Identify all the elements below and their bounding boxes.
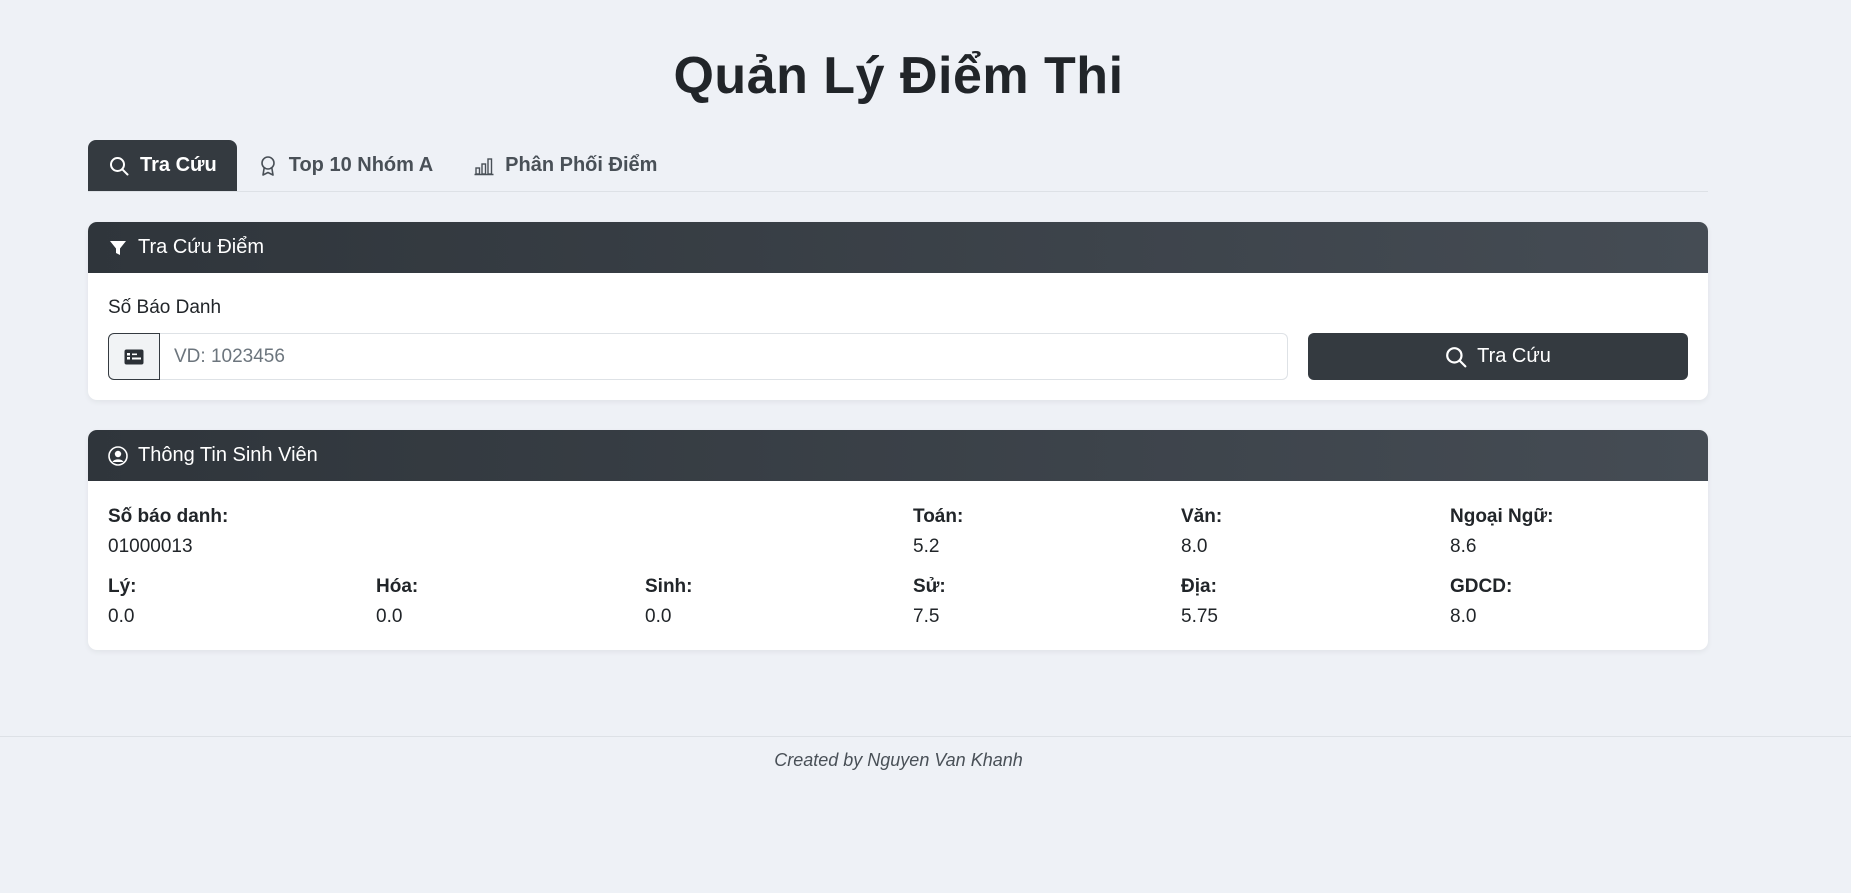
student-info-title: Thông Tin Sinh Viên (138, 444, 318, 466)
info-label: Lý: (108, 576, 137, 597)
info-hoa: Hóa: 0.0 (376, 572, 418, 632)
info-sbd: Số báo danh: 01000013 (108, 502, 228, 562)
info-su: Sử: 7.5 (913, 572, 946, 632)
info-value: 8.6 (1450, 536, 1477, 557)
student-info-header: Thông Tin Sinh Viên (88, 430, 1708, 481)
tab-label: Tra Cứu (140, 154, 217, 176)
tab-tra-cuu[interactable]: Tra Cứu (88, 140, 237, 191)
info-label: Toán: (913, 506, 964, 527)
info-toan: Toán: 5.2 (913, 502, 963, 562)
tab-phan-phoi-diem[interactable]: Phân Phối Điểm (453, 140, 677, 191)
info-value: 8.0 (1181, 536, 1208, 557)
info-label: Sử: (913, 576, 946, 597)
page-title: Quản Lý Điểm Thi (673, 47, 1124, 105)
tab-bar: Tra Cứu Top 10 Nhóm A Phân Phối Điểm (88, 140, 1708, 192)
search-icon (108, 155, 130, 177)
info-ly: Lý: 0.0 (108, 572, 137, 632)
sbd-input-group (108, 333, 1288, 380)
footer-credit: Created by Nguyen Van Khanh (774, 750, 1023, 770)
info-value: 5.75 (1181, 606, 1218, 627)
info-value: 5.2 (913, 536, 940, 557)
search-button-label: Tra Cứu (1477, 345, 1551, 367)
info-label: Văn: (1181, 506, 1223, 527)
tab-label: Top 10 Nhóm A (288, 154, 434, 176)
info-label: Sinh: (645, 576, 693, 597)
id-card-icon (108, 333, 160, 380)
info-sinh: Sinh: 0.0 (645, 572, 693, 632)
info-value: 8.0 (1450, 606, 1477, 627)
tab-label: Phân Phối Điểm (505, 154, 658, 176)
info-van: Văn: 8.0 (1181, 502, 1222, 562)
tab-top-10-nhom-a[interactable]: Top 10 Nhóm A (237, 140, 453, 191)
award-icon (257, 155, 279, 177)
info-value: 0.0 (108, 606, 135, 627)
info-value: 0.0 (376, 606, 403, 627)
info-label: Hóa: (376, 576, 419, 597)
info-value: 01000013 (108, 536, 193, 557)
info-value: 7.5 (913, 606, 940, 627)
info-label: Địa: (1181, 576, 1217, 597)
search-button[interactable]: Tra Cứu (1308, 333, 1688, 380)
info-value: 0.0 (645, 606, 672, 627)
filter-icon (108, 238, 128, 258)
info-gdcd: GDCD: 8.0 (1450, 572, 1512, 632)
sbd-input[interactable] (160, 333, 1288, 380)
info-label: GDCD: (1450, 576, 1513, 597)
info-label: Số báo danh: (108, 506, 229, 527)
search-card-title: Tra Cứu Điểm (138, 236, 264, 258)
info-dia: Địa: 5.75 (1181, 572, 1218, 632)
sbd-field-label: Số Báo Danh (108, 297, 222, 318)
search-icon (1445, 346, 1467, 368)
bar-chart-icon (473, 155, 495, 177)
search-card-header: Tra Cứu Điểm (88, 222, 1708, 273)
info-label: Ngoại Ngữ: (1450, 506, 1554, 527)
user-circle-icon (108, 445, 128, 466)
info-ngoai-ngu: Ngoại Ngữ: 8.6 (1450, 502, 1553, 562)
